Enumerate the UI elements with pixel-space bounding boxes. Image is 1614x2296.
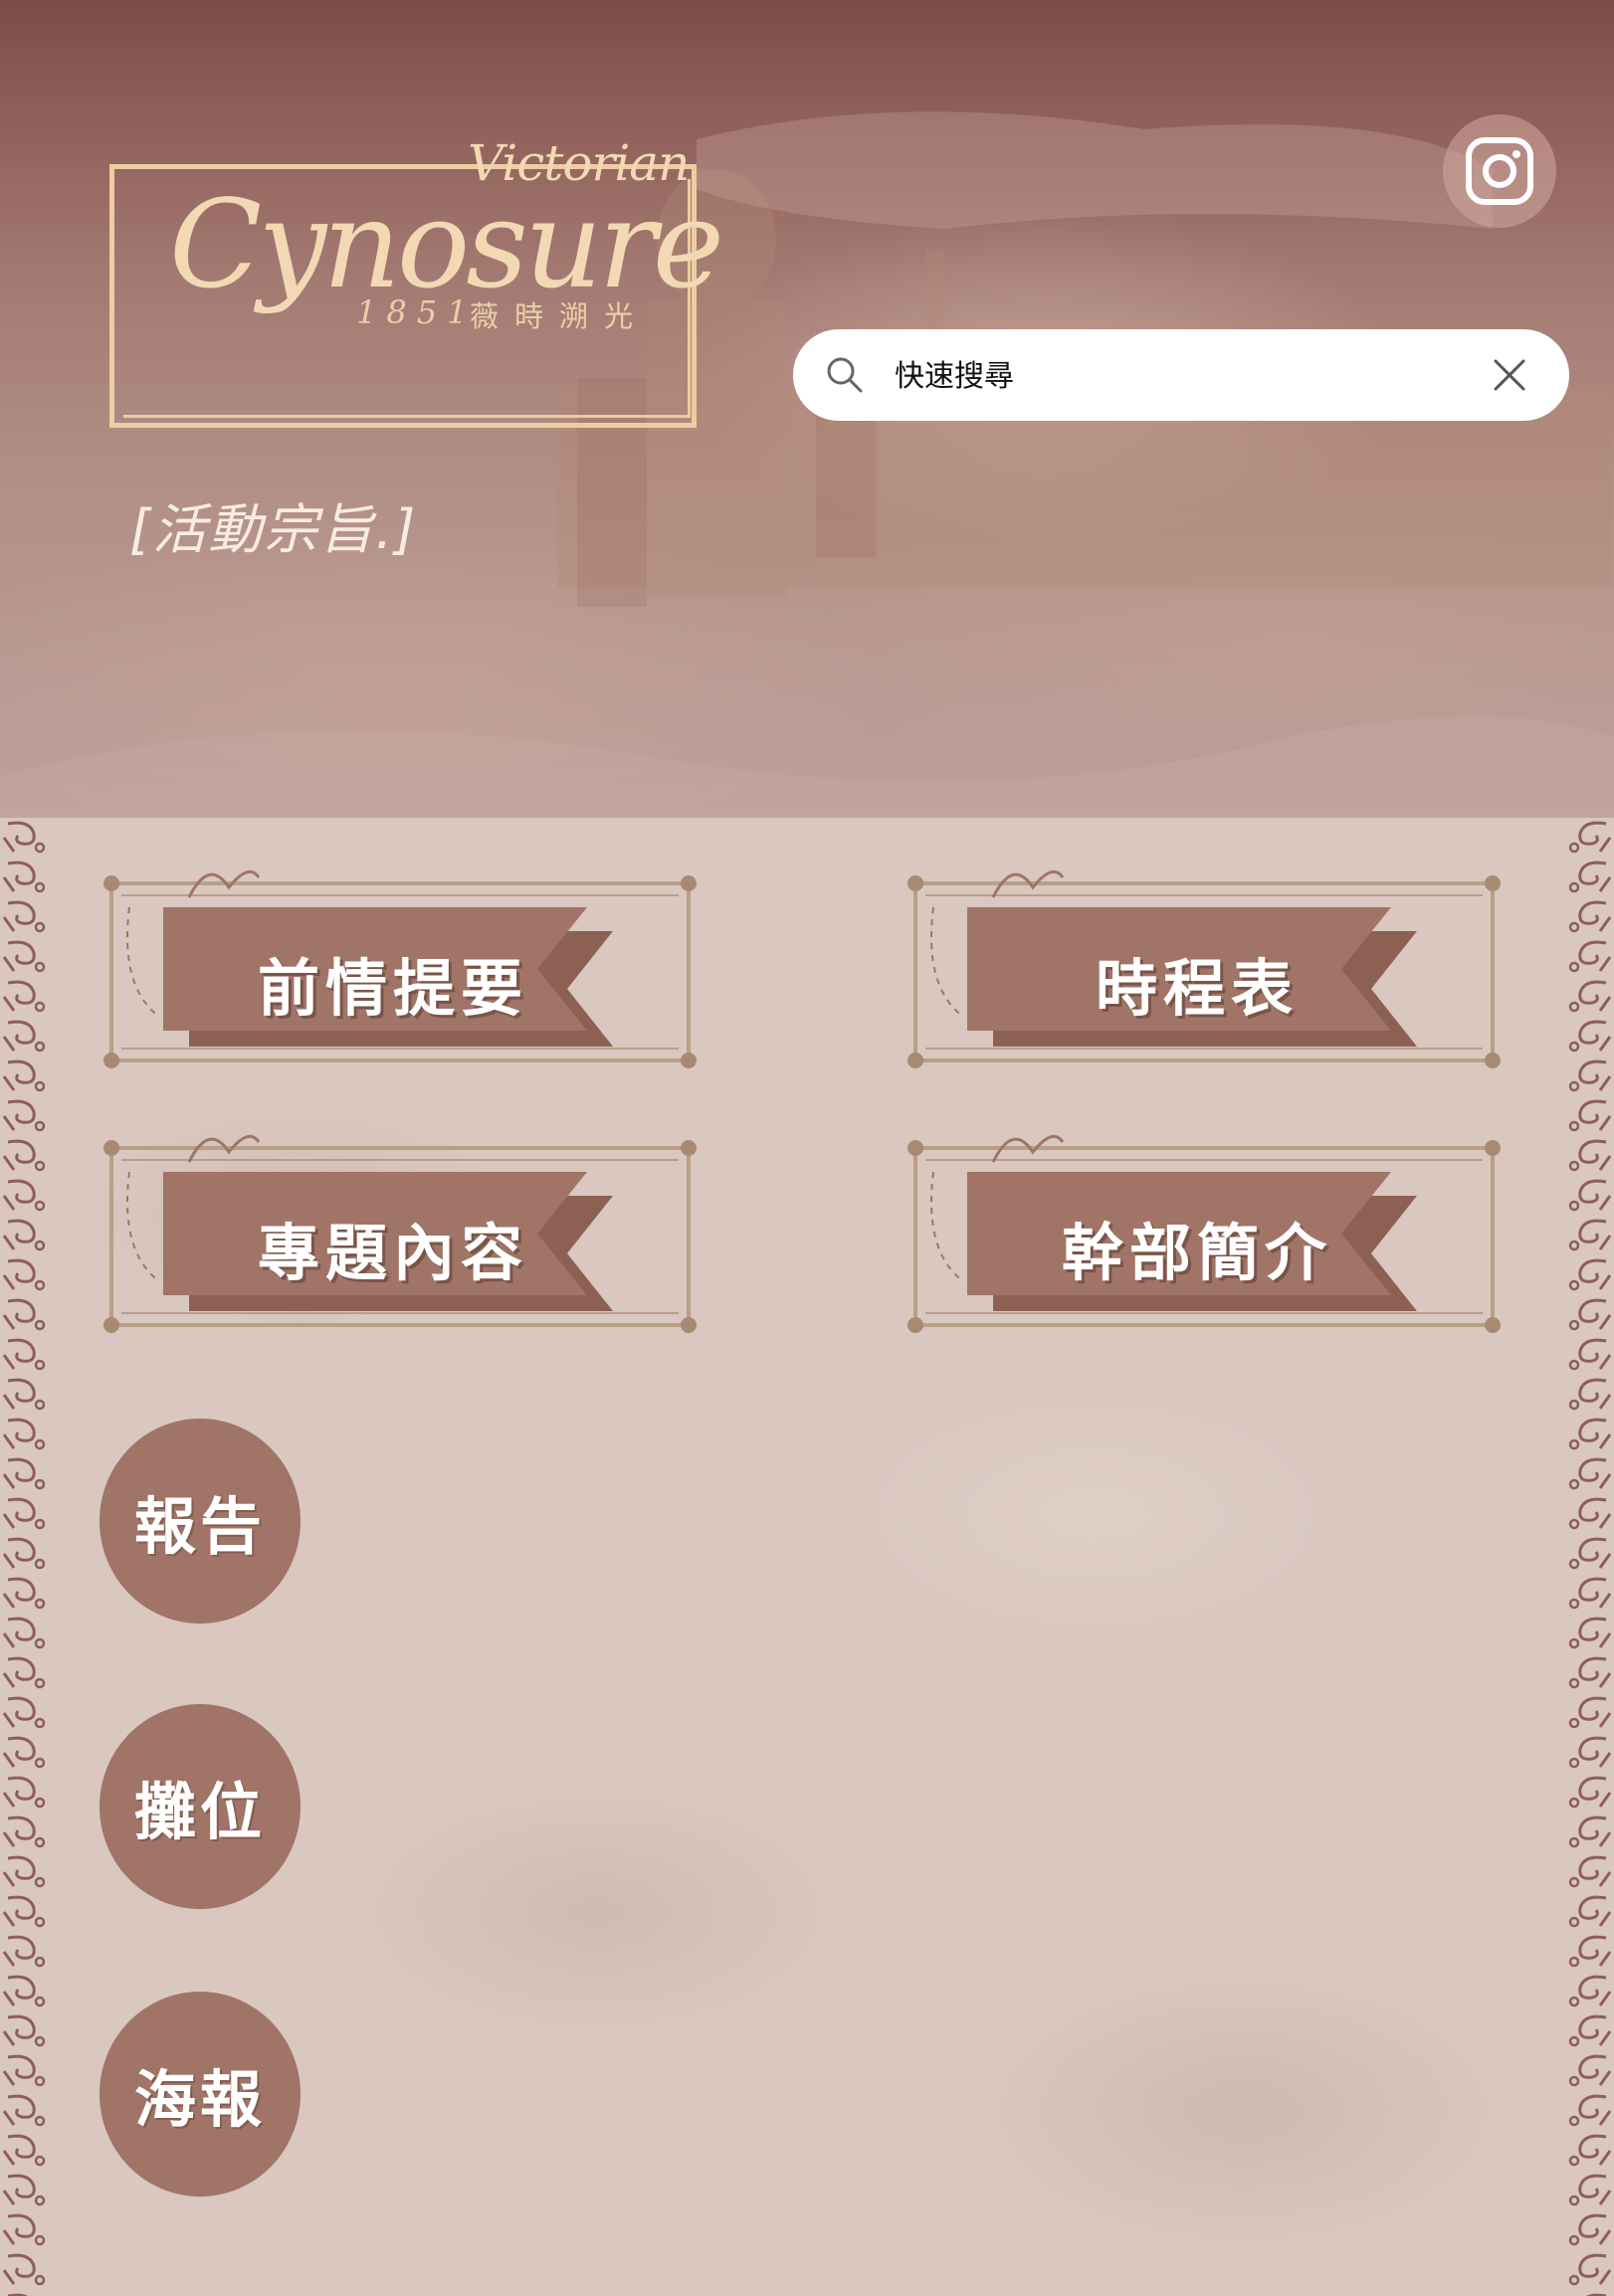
search-input[interactable] bbox=[893, 347, 1454, 405]
banner-label: 前情提要 bbox=[257, 952, 528, 1025]
mission-link[interactable]: [活動宗旨.] bbox=[129, 485, 417, 564]
search-icon bbox=[827, 357, 863, 393]
circle-button-booth[interactable]: 攤位 bbox=[100, 1704, 301, 1909]
circle-button-report[interactable]: 報告 bbox=[100, 1419, 301, 1624]
banner-button-topics[interactable]: 專題內容 bbox=[100, 1132, 697, 1341]
instagram-button[interactable] bbox=[1443, 114, 1556, 228]
banner-button-recap[interactable]: 前情提要 bbox=[100, 867, 697, 1076]
left-ornament-border bbox=[0, 818, 54, 2296]
banner-label: 幹部簡介 bbox=[1061, 1217, 1332, 1289]
banner-label: 時程表 bbox=[1095, 952, 1299, 1025]
close-icon[interactable] bbox=[1492, 357, 1527, 393]
instagram-icon bbox=[1466, 137, 1533, 205]
main-menu-area: 前情提要 時程表 專題內容 幹部簡介 報告 攤位 海報 bbox=[0, 818, 1614, 2296]
banner-label: 專題內容 bbox=[257, 1217, 528, 1289]
cynosure-logo[interactable]: Victorian Cynosure 1851 薇時溯光 bbox=[109, 134, 726, 443]
banner-button-staff[interactable]: 幹部簡介 bbox=[904, 1132, 1501, 1341]
quick-search-bar[interactable] bbox=[793, 329, 1569, 421]
logo-year: 1851 bbox=[356, 293, 478, 331]
circle-button-poster[interactable]: 海報 bbox=[100, 1992, 301, 2197]
header: Victorian Cynosure 1851 薇時溯光 [活動宗旨.] bbox=[0, 0, 1614, 818]
right-ornament-border bbox=[1560, 818, 1614, 2296]
logo-subtitle: 薇時溯光 bbox=[470, 299, 650, 333]
banner-button-schedule[interactable]: 時程表 bbox=[904, 867, 1501, 1076]
